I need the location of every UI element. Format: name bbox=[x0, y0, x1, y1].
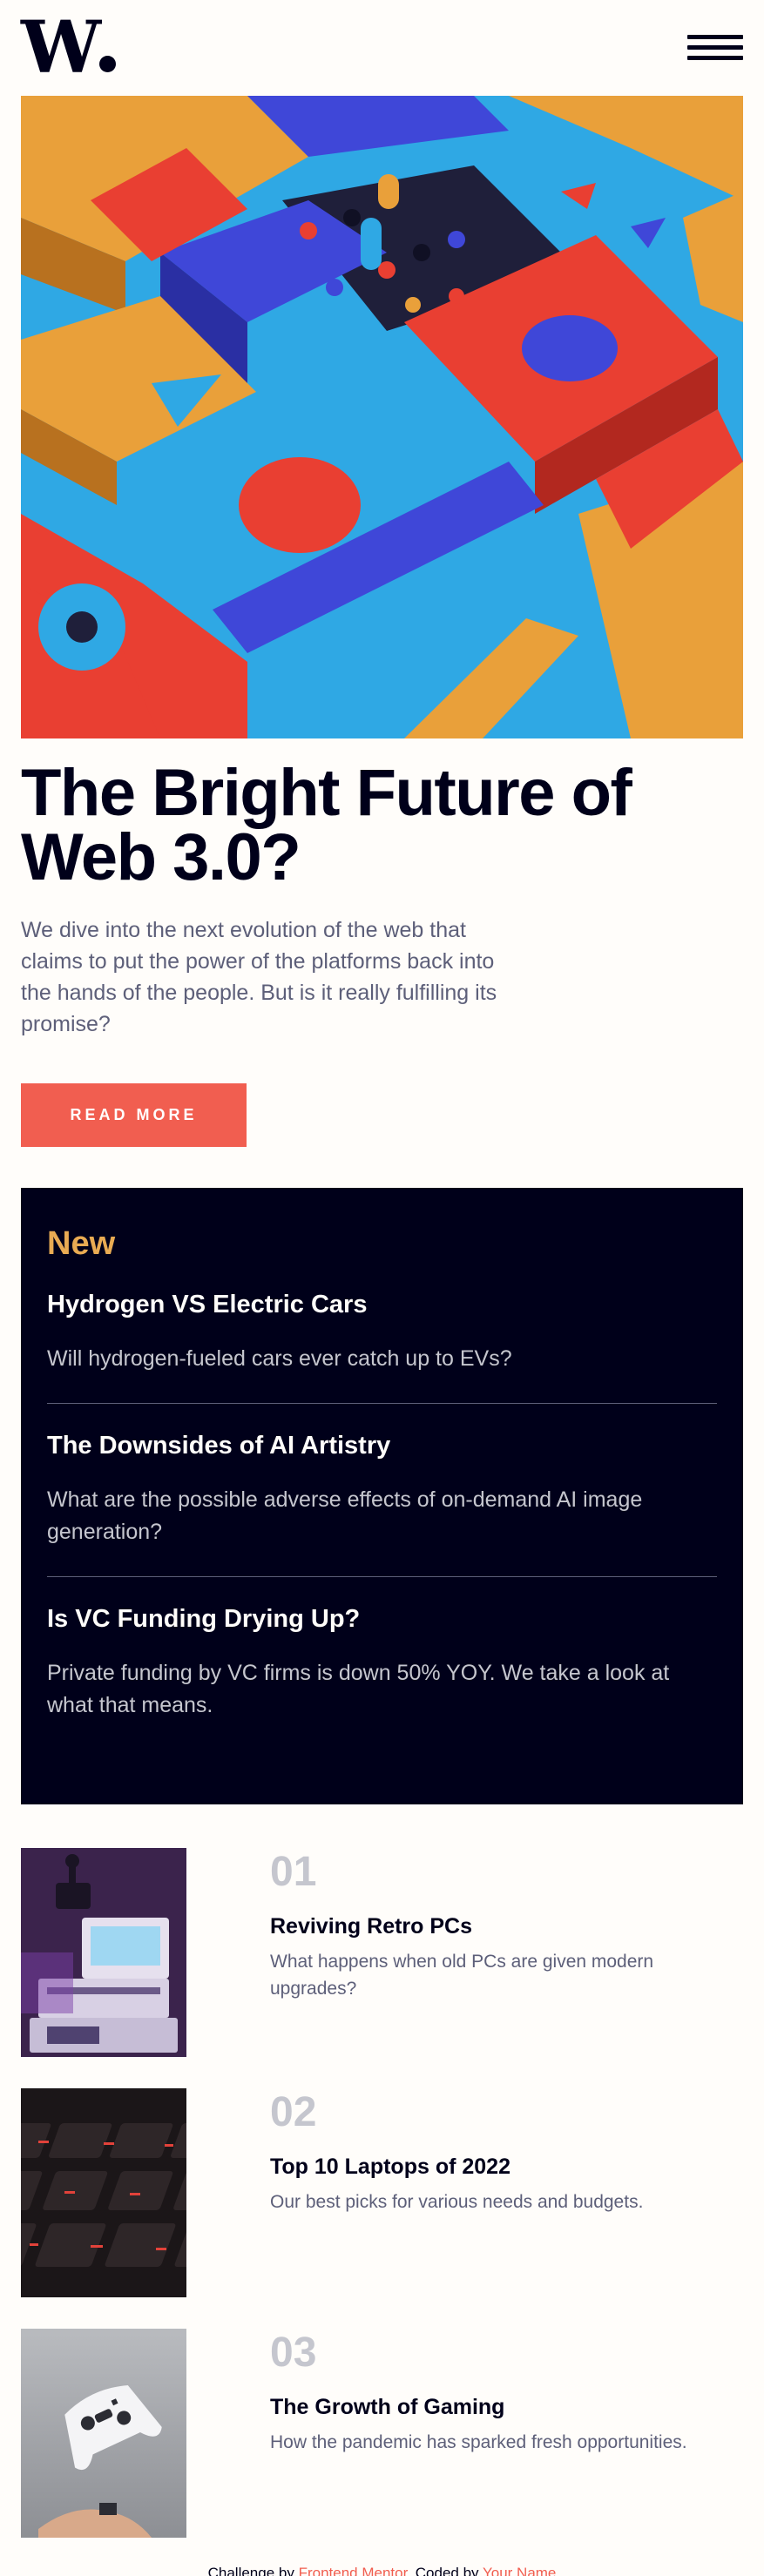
article-description: Our best picks for various needs and bud… bbox=[270, 2192, 644, 2212]
news-title-link[interactable]: Is VC Funding Drying Up? bbox=[47, 1603, 717, 1635]
game-controller-image bbox=[21, 2329, 186, 2538]
article-number: 01 bbox=[270, 1849, 317, 1895]
article-description: What happens when old PCs are given mode… bbox=[270, 1952, 654, 1999]
menu-bar-top bbox=[687, 35, 743, 39]
article-card: 02 Top 10 Laptops of 2022 Our best picks… bbox=[21, 2088, 743, 2297]
article-number: 03 bbox=[270, 2330, 317, 2376]
logo[interactable]: W bbox=[21, 12, 117, 84]
news-divider bbox=[47, 1403, 717, 1404]
article-number: 02 bbox=[270, 2089, 317, 2135]
logo-dot bbox=[99, 56, 117, 72]
gaming-thumbnail[interactable] bbox=[21, 2329, 186, 2538]
frontend-mentor-link[interactable]: Frontend Mentor bbox=[299, 2565, 408, 2576]
news-title-link[interactable]: The Downsides of AI Artistry bbox=[47, 1430, 717, 1461]
article-card: 01 Reviving Retro PCs What happens when … bbox=[21, 1848, 743, 2057]
article-card: 03 The Growth of Gaming How the pandemic… bbox=[21, 2329, 743, 2538]
news-divider bbox=[47, 1576, 717, 1577]
article-title-link[interactable]: Top 10 Laptops of 2022 bbox=[270, 2153, 510, 2181]
hamburger-menu-icon[interactable] bbox=[687, 35, 743, 61]
retro-pc-image bbox=[21, 1848, 186, 2057]
news-text: Private funding by VC firms is down 50% … bbox=[47, 1661, 670, 1717]
news-item: Hydrogen VS Electric Cars Will hydrogen-… bbox=[47, 1289, 717, 1375]
author-link[interactable]: Your Name bbox=[483, 2565, 556, 2576]
hero-blocks-illustration bbox=[21, 96, 743, 738]
retro-pc-thumbnail[interactable] bbox=[21, 1848, 186, 2057]
news-text: Will hydrogen-fueled cars ever catch up … bbox=[47, 1346, 512, 1371]
intro-text: We dive into the next evolution of the w… bbox=[21, 918, 497, 1036]
news-item: The Downsides of AI Artistry What are th… bbox=[47, 1430, 717, 1548]
news-text: What are the possible adverse effects of… bbox=[47, 1487, 643, 1544]
article-description: How the pandemic has sparked fresh oppor… bbox=[270, 2432, 687, 2452]
menu-bar-bottom bbox=[687, 56, 743, 60]
laptop-keyboard-image bbox=[21, 2088, 186, 2297]
hero-image bbox=[21, 96, 743, 738]
read-more-button[interactable]: READ MORE bbox=[21, 1083, 247, 1147]
news-title-link[interactable]: Hydrogen VS Electric Cars bbox=[47, 1289, 717, 1320]
menu-bar-middle bbox=[687, 45, 743, 50]
page-title: The Bright Future of Web 3.0? bbox=[21, 756, 632, 894]
new-heading: New bbox=[47, 1225, 116, 1262]
news-item: Is VC Funding Drying Up? Private funding… bbox=[47, 1603, 717, 1722]
laptop-thumbnail[interactable] bbox=[21, 2088, 186, 2297]
attribution-footer: Challenge by Frontend Mentor. Coded by Y… bbox=[0, 2564, 764, 2576]
article-title-link[interactable]: Reviving Retro PCs bbox=[270, 1912, 472, 1940]
new-panel: New Hydrogen VS Electric Cars Will hydro… bbox=[21, 1188, 743, 1804]
article-title-link[interactable]: The Growth of Gaming bbox=[270, 2393, 504, 2421]
site-header: W bbox=[21, 12, 743, 84]
